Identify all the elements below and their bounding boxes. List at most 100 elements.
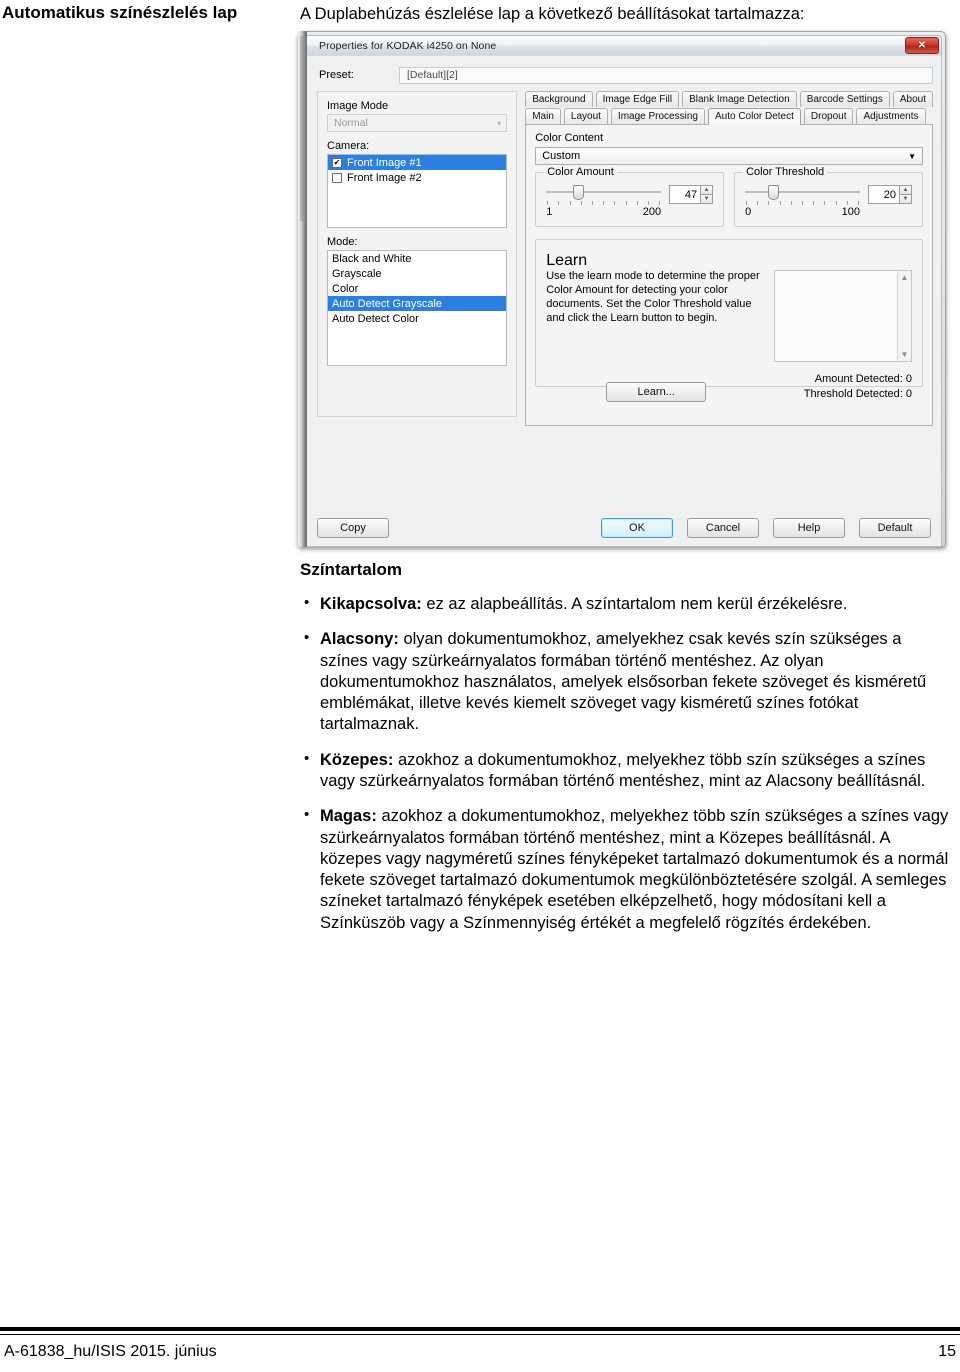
footer: A-61838_hu/ISIS 2015. június 15 [0, 1343, 960, 1361]
list-item[interactable]: Auto Detect Color [328, 311, 506, 326]
right-panel: Background Image Edge Fill Blank Image D… [525, 91, 933, 426]
scrollbar-thumb[interactable] [300, 36, 306, 221]
copy-button[interactable]: Copy [317, 518, 389, 538]
side-heading: Automatikus színészlelés lap [2, 3, 238, 22]
tab-image-edge-fill[interactable]: Image Edge Fill [595, 91, 680, 107]
tab-auto-color-detect[interactable]: Auto Color Detect [707, 108, 801, 125]
slider-thumb[interactable] [768, 185, 780, 200]
image-mode-combo[interactable]: Normal ▾ [327, 114, 508, 132]
auto-color-detect-panel: Color Content Custom ▼ Color Amount 1 20… [525, 124, 933, 426]
ok-button[interactable]: OK [601, 518, 673, 538]
tab-dropout[interactable]: Dropout [803, 108, 854, 125]
learn-results-box[interactable]: ▲ ▼ [774, 270, 912, 362]
scroll-up-icon[interactable]: ▲ [901, 273, 909, 282]
learn-button[interactable]: Learn... [606, 381, 707, 402]
bullet-text: azokhoz a dokumentumokhoz, melyekhez töb… [320, 807, 949, 932]
learn-group: Learn Use the learn mode to determine th… [535, 239, 923, 402]
stepper-down-icon[interactable]: ▼ [899, 194, 913, 204]
bullet-text: ez az alapbeállítás. A színtartalom nem … [421, 595, 848, 613]
color-threshold-legend: Color Threshold [743, 166, 828, 178]
learn-legend: Learn [546, 252, 588, 269]
footer-page-number: 15 [938, 1343, 956, 1360]
bullet-term: Magas: [320, 807, 377, 826]
tab-barcode-settings[interactable]: Barcode Settings [799, 91, 890, 107]
color-amount-max: 200 [642, 206, 662, 218]
stepper-down-icon[interactable]: ▼ [700, 194, 714, 204]
tab-adjustments[interactable]: Adjustments [856, 108, 926, 125]
threshold-detected: Threshold Detected: 0 [803, 387, 912, 400]
list-item: Alacsony: olyan dokumentumokhoz, amelyek… [300, 628, 950, 735]
learn-description: Use the learn mode to determine the prop… [546, 270, 760, 324]
stepper-up-icon[interactable]: ▲ [899, 185, 913, 194]
color-threshold-max: 100 [841, 206, 861, 218]
chevron-down-icon: ▼ [908, 151, 916, 161]
tab-background[interactable]: Background [525, 91, 593, 107]
close-icon[interactable]: ✕ [905, 37, 939, 54]
mode-label: Mode: [327, 236, 358, 248]
help-button[interactable]: Help [773, 518, 845, 538]
scroll-down-icon[interactable]: ▼ [901, 350, 909, 359]
color-threshold-min: 0 [745, 206, 752, 218]
color-amount-stepper[interactable]: 47 ▲ ▼ [669, 185, 714, 204]
color-threshold-slider[interactable] [745, 185, 860, 200]
footer-rule-thin [0, 1334, 960, 1335]
camera-item-label: Front Image #2 [347, 171, 422, 184]
color-amount-group: Color Amount 1 200 47 ▲ ▼ [535, 166, 725, 227]
checkbox-icon[interactable] [332, 172, 342, 183]
list-item[interactable]: Color [328, 281, 506, 296]
dialog-columns: Image Mode Normal ▾ Camera: Front Image … [317, 91, 933, 426]
footer-doc-id: A-61838_hu/ISIS 2015. június [4, 1343, 217, 1360]
tab-layout[interactable]: Layout [563, 108, 608, 125]
list-item[interactable]: Front Image #2 [328, 170, 506, 185]
list-item-selected[interactable]: Auto Detect Grayscale [328, 296, 507, 311]
camera-label: Camera: [327, 140, 370, 152]
list-item: Közepes: azokhoz a dokumentumokhoz, mely… [300, 749, 950, 793]
properties-dialog: Properties for KODAK i4250 on None ✕ Pre… [298, 31, 946, 547]
image-mode-value: Normal [334, 117, 368, 129]
camera-listbox[interactable]: Front Image #1 Front Image #2 [327, 154, 508, 228]
color-amount-slider[interactable] [546, 185, 662, 200]
dialog-button-row: Copy OK Cancel Help Default [317, 518, 931, 538]
cancel-button[interactable]: Cancel [687, 518, 759, 538]
color-amount-legend: Color Amount [544, 166, 617, 178]
stepper-up-icon[interactable]: ▲ [700, 185, 714, 194]
chevron-down-icon: ▾ [497, 118, 502, 128]
image-mode-label: Image Mode [327, 100, 389, 112]
bullet-list: Kikapcsolva: ez az alapbeállítás. A szín… [300, 593, 950, 934]
color-threshold-stepper[interactable]: 20 ▲ ▼ [868, 185, 913, 204]
bullet-text: azokhoz a dokumentumokhoz, melyekhez töb… [320, 750, 926, 790]
prose-heading: Színtartalom [300, 560, 403, 579]
list-item[interactable]: Black and White [328, 251, 506, 266]
slider-thumb[interactable] [572, 185, 584, 200]
tab-main[interactable]: Main [525, 108, 561, 125]
bullet-text: olyan dokumentumokhoz, amelyekhez csak k… [320, 630, 927, 734]
preset-row: Preset: [Default][2] [319, 65, 933, 85]
color-content-combo[interactable]: Custom ▼ [535, 147, 923, 165]
dialog-body: Preset: [Default][2] Image Mode Normal ▾… [302, 55, 942, 547]
mode-listbox[interactable]: Black and White Grayscale Color Auto Det… [327, 250, 508, 366]
page: Automatikus színészlelés lap A Duplabehú… [0, 0, 960, 1372]
tab-strip-row1: Background Image Edge Fill Blank Image D… [525, 91, 933, 107]
color-amount-value[interactable]: 47 [669, 185, 701, 204]
color-threshold-value[interactable]: 20 [868, 185, 900, 204]
list-item: Kikapcsolva: ez az alapbeállítás. A szín… [300, 593, 950, 615]
prose-section: Színtartalom Kikapcsolva: ez az alapbeál… [300, 560, 950, 948]
preset-field[interactable]: [Default][2] [399, 66, 933, 84]
list-item[interactable]: Front Image #1 [328, 155, 507, 170]
tab-blank-image-detection[interactable]: Blank Image Detection [682, 91, 797, 107]
list-item[interactable]: Grayscale [328, 266, 506, 281]
preset-label: Preset: [319, 69, 354, 81]
tab-about[interactable]: About [892, 91, 933, 107]
camera-item-label: Front Image #1 [347, 156, 422, 169]
checkbox-icon[interactable] [332, 157, 342, 168]
host-scrollbar[interactable] [298, 31, 307, 547]
dialog-title: Properties for KODAK i4250 on None [319, 39, 497, 52]
color-threshold-group: Color Threshold 0 100 20 ▲ ▼ [734, 166, 924, 227]
detected-readout: Amount Detected: 0 Threshold Detected: 0 [804, 372, 912, 402]
scrollbar[interactable]: ▲ ▼ [897, 271, 911, 361]
default-button[interactable]: Default [859, 518, 931, 538]
bullet-term: Alacsony: [320, 630, 399, 649]
dialog-titlebar: Properties for KODAK i4250 on None ✕ [302, 35, 942, 55]
bullet-term: Kikapcsolva: [320, 595, 422, 613]
tab-image-processing[interactable]: Image Processing [610, 108, 705, 125]
